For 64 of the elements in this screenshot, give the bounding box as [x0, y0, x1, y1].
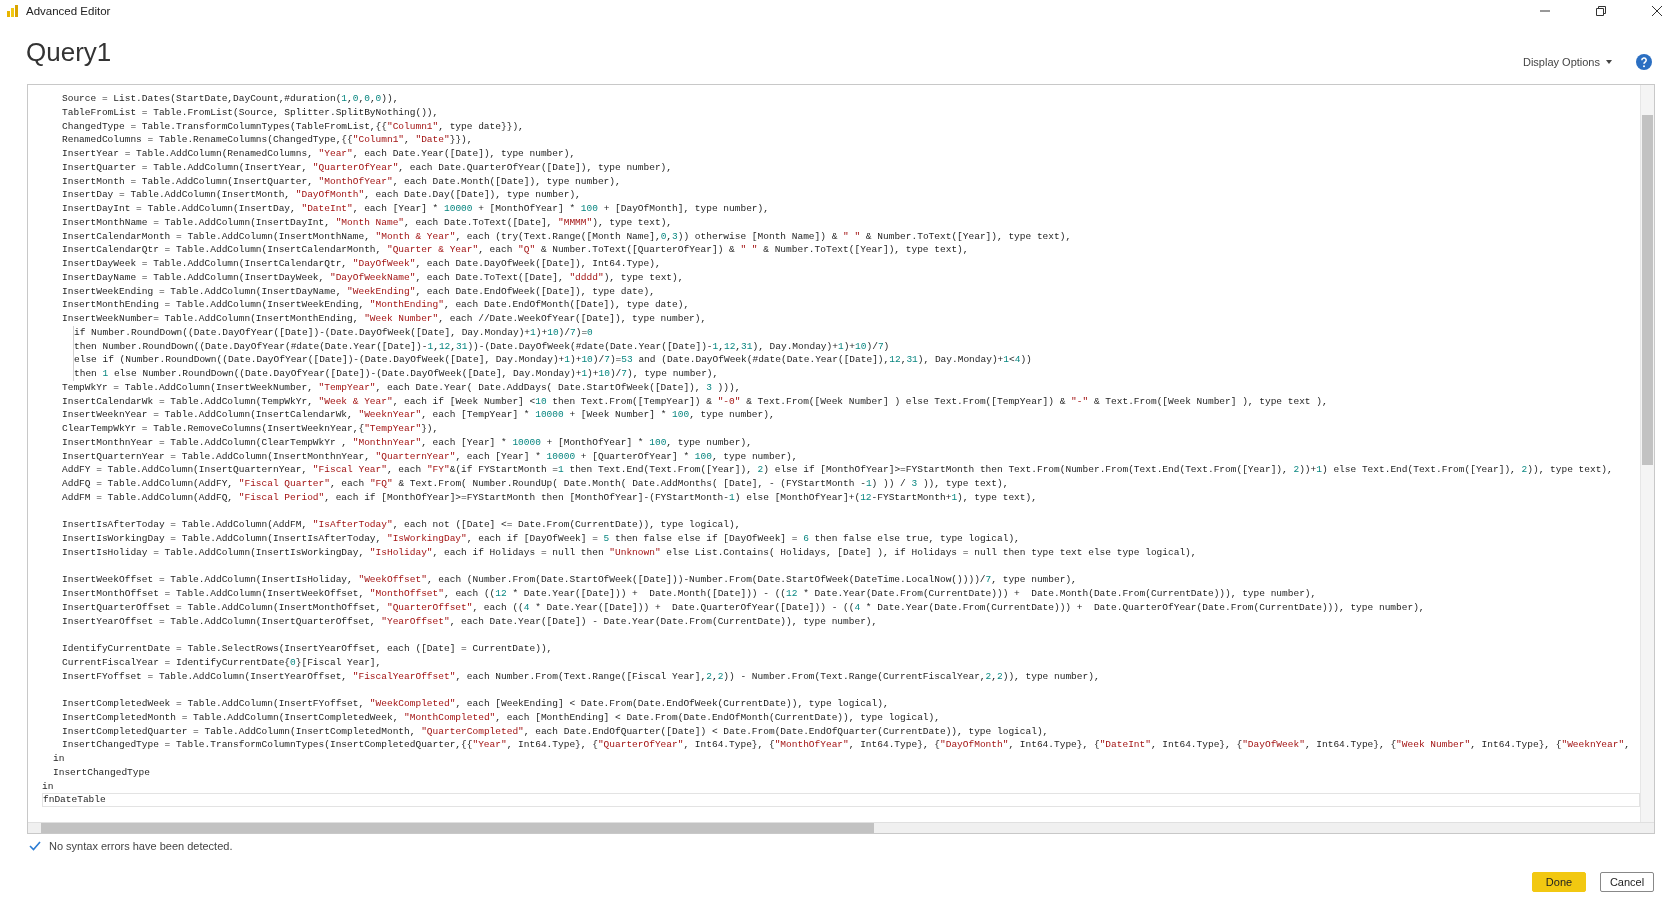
caret-icon: [1606, 60, 1612, 64]
code-line: InsertMonthnYear = Table.AddColumn(ClearTempWkYr , "MonthnYear", each [Year] * 10000 + [MonthOfYear] * 100, type number),: [62, 435, 752, 450]
vertical-scrollbar[interactable]: [1640, 85, 1654, 822]
help-icon[interactable]: [1636, 54, 1652, 70]
scrollbar-thumb[interactable]: [41, 823, 874, 833]
code-line: IdentifyCurrentDate = Table.SelectRows(InsertYearOffset, each ([Date] = CurrentDate)),: [62, 642, 553, 656]
code-line: InsertDayInt = Table.AddColumn(InsertDay, "DateInt", each [Year] * 10000 + [MonthOfYear] * 100 + [DayOfMonth], type number),: [62, 202, 769, 216]
code-line: InsertWeekEnding = Table.AddColumn(InsertDayName, "WeekEnding", each Date.EndOfWeek([Date]), type date),: [62, 284, 655, 299]
code-line: InsertYearOffset = Table.AddColumn(InsertQuarterOffset, "YearOffset", each Date.Year([Date]) - Date.Year(Date.From(CurrentDate)), type number),: [62, 614, 878, 629]
scrollbar-thumb[interactable]: [1642, 115, 1653, 465]
cancel-button[interactable]: Cancel: [1600, 872, 1654, 892]
code-line: InsertQuarter = Table.AddColumn(InsertYear, "QuarterOfYear", each Date.QuarterOfYear([Date]), type number),: [62, 160, 672, 175]
code-line: InsertChangedType: [53, 765, 150, 780]
code-line: InsertIsAfterToday = Table.AddColumn(AddFM, "IsAfterToday", each not ([Date] <= Date.From(CurrentDate)), type logical),: [62, 518, 741, 532]
code-line: Source = List.Dates(StartDate,DayCount,#duration(1,0,0,0)),: [62, 92, 399, 106]
code-line: InsertYear = Table.AddColumn(RenamedColumns, "Year", each Date.Year([Date]), type number),: [62, 147, 576, 161]
code-line: InsertMonth = Table.AddColumn(InsertQuarter, "MonthOfYear", each Date.Month([Date]), type number),: [62, 174, 621, 189]
horizontal-scrollbar[interactable]: [28, 822, 1654, 833]
done-button[interactable]: Done: [1532, 872, 1586, 892]
query-title: Query1: [26, 36, 112, 68]
code-line: InsertQuarternYear = Table.AddColumn(InsertMonthnYear, "QuarternYear", each [Year] * 10000 + [QuarterOfYear] * 100, type number),: [62, 449, 798, 464]
code-line: InsertIsHoliday = Table.AddColumn(InsertIsWorkingDay, "IsHoliday", each if Holidays = null then "Unknown" else List.Contains( Holidays, [Date] ), if Holidays = null then type text else type logical),: [62, 545, 1197, 560]
code-line: InsertChangedType = Table.TransformColumnTypes(InsertCompletedQuarter,{{"Year", Int64.Type}, {"QuarterOfYear", Int64.Type}, {"MonthOfYear", Int64.Type}, {"DayOfMonth", Int64.Type}, {"DateInt", Int64.Type}, {"DayOfWeek", Int64.Type}, {"Week Number", Int64.Type}, {"WeeknYear",: [62, 738, 1630, 752]
code-line: InsertCalendarMonth = Table.AddColumn(InsertMonthName, "Month & Year", each (try(Text.Range([Month Name],0,3)) otherwise [Month Name]) & " " & Number.ToText([Year]), type text),: [62, 229, 1072, 244]
code-line: InsertCalendarWk = Table.AddColumn(TempWkYr, "Week & Year", each if [Week Number] <10 then Text.From([TempYear]) & "-0" & Text.From([Week Number] ) else Text.From([TempYear]) & "-" & Text.From([Week Number] ), type text ),: [62, 394, 1328, 409]
status-message: No syntax errors have been detected.: [49, 840, 233, 852]
code-line: ChangedType = Table.TransformColumnTypes(TableFromList,{{"Column1", type date}}),: [62, 119, 524, 134]
code-line: AddFQ = Table.AddColumn(AddFY, "Fiscal Quarter", each "FQ" & Text.From( Number.RoundUp( Date.Month( Date.AddMonths( [Date], - (FYStartMonth -1) )) / 3 )), type text),: [62, 477, 1009, 491]
code-line: InsertMonthEnding = Table.AddColumn(InsertWeekEnding, "MonthEnding", each Date.EndOfMonth([Date]), type date),: [62, 298, 690, 312]
code-line: InsertFYoffset = Table.AddColumn(InsertYearOffset, "FiscalYearOffset", each Number.From(Text.Range([Fiscal Year],2,2)) - Number.From(Text.Range(CurrentFiscalYear,2,2)), type number),: [62, 669, 1100, 684]
code-line: InsertIsWorkingDay = Table.AddColumn(InsertIsAfterToday, "IsWorkingDay", each if [DayOfWeek] = 5 then false else if [DayOfWeek] = 6 then false else true, type logical),: [62, 532, 1020, 546]
code-line: InsertWeekNumber= Table.AddColumn(InsertMonthEnding, "Week Number", each //Date.WeekOfYear([Date]), type number),: [62, 312, 707, 326]
code-line: AddFY = Table.AddColumn(InsertQuarternYear, "Fiscal Year", each "FY"&(if FYStartMonth =1 then Text.End(Text.From([Year]), 2) else if [MonthOfYear]>=FYStartMonth then Text.From(Number.From(Text.End(Text.From([Year]), 2))+1) else Text.End(Text.From([Year]), 2)), type text),: [62, 463, 1613, 477]
code-line: else if (Number.RoundDown((Date.DayOfYear([Date])-(Date.DayOfWeek([Date], Day.Monday)+1)+10)/7)=53 and (Date.DayOfWeek(#date(Date.Year([Date]),12,31), Day.Monday)+1<4)): [73, 353, 1032, 367]
display-options-dropdown[interactable]: Display Options: [1518, 54, 1616, 70]
code-line: InsertWeekOffset = Table.AddColumn(InsertIsHoliday, "WeekOffset", each (Number.From(Date.StartOfWeek([Date]))-Number.From(Date.StartOfWeek(DateTime.LocalNow())))/7, type number),: [62, 573, 1077, 587]
code-line: InsertMonthName = Table.AddColumn(InsertDayInt, "Month Name", each Date.ToText([Date], "MMMM"), type text),: [62, 215, 673, 230]
code-line: InsertWeeknYear = Table.AddColumn(InsertCalendarWk, "WeeknYear", each [TempYear] * 10000 + [Week Number] * 100, type number),: [62, 408, 775, 422]
code-line: then 1 else Number.RoundDown((Date.DayOfYear([Date])-(Date.DayOfWeek([Date], Day.Monday)+1)+10)/7), type number),: [73, 367, 719, 381]
code-line: in: [42, 779, 54, 794]
app-logo-icon: [6, 4, 20, 18]
restore-icon[interactable]: [1596, 6, 1606, 16]
code-line: TableFromList = Table.FromList(Source, Splitter.SplitByNothing()),: [62, 105, 439, 120]
code-line: if Number.RoundDown((Date.DayOfYear([Date])-(Date.DayOfWeek([Date], Day.Monday)+1)+10)/7)=0: [73, 325, 593, 340]
code-line: InsertDayWeek = Table.AddColumn(InsertCalendarQtr, "DayOfWeek", each Date.DayOfWeek([Date]), Int64.Type),: [62, 257, 661, 271]
code-line: InsertCompletedQuarter = Table.AddColumn(InsertCompletedMonth, "QuarterCompleted", each Date.EndOfQuarter([Date]) < Date.From(Date.EndOfQuarter(CurrentDate)), type logical),: [62, 724, 1049, 739]
code-line: RenamedColumns = Table.RenameColumns(ChangedType,{{"Column1", "Date"}}),: [62, 133, 473, 147]
code-line: ClearTempWkYr = Table.RemoveColumns(InsertWeeknYear,{"TempYear"}),: [62, 422, 439, 436]
code-line: InsertMonthOffset = Table.AddColumn(InsertWeekOffset, "MonthOffset", each ((12 * Date.Year([Date])) + Date.Month([Date])) - ((12 * Date.Year(Date.From(CurrentDate))) + Date.Month(Date.From(CurrentDate))), type number),: [62, 587, 1317, 601]
window-title: Advanced Editor: [26, 5, 111, 17]
code-line: in: [53, 752, 65, 766]
code-editor[interactable]: [27, 84, 1655, 834]
code-line: CurrentFiscalYear = IdentifyCurrentDate{0}[Fiscal Year],: [62, 655, 382, 670]
code-line: InsertQuarterOffset = Table.AddColumn(InsertMonthOffset, "QuarterOffset", each ((4 * Date.Year([Date])) + Date.QuarterOfYear([Date])) - ((4 * Date.Year(Date.From(CurrentDate))) + Date.QuarterOfYear(Date.From(CurrentDate))), type number),: [62, 600, 1425, 615]
code-line: InsertCompletedWeek = Table.AddColumn(InsertFYoffset, "WeekCompleted", each [WeekEnding] < Date.From(Date.EndOfWeek(CurrentDate)), type logical),: [62, 697, 889, 711]
close-icon[interactable]: [1652, 6, 1662, 16]
code-line: InsertDay = Table.AddColumn(InsertMonth, "DayOfMonth", each Date.Day([Date]), type number),: [62, 188, 581, 202]
code-line: TempWkYr = Table.AddColumn(InsertWeekNumber, "TempYear", each Date.Year( Date.AddDays( Date.StartOfWeek([Date]), 3 ))),: [62, 380, 741, 395]
check-icon: [29, 841, 41, 851]
code-line: InsertDayName = Table.AddColumn(InsertDayWeek, "DayOfWeekName", each Date.ToText([Date], "dddd"), type text),: [62, 270, 684, 285]
code-line: then Number.RoundDown((Date.DayOfYear(#date(Date.Year([Date])-1,12,31))-(Date.DayOfWeek(#date(Date.Year([Date])-1,12,31), Day.Monday)+1)+10)/7): [73, 339, 890, 354]
code-line: InsertCompletedMonth = Table.AddColumn(InsertCompletedWeek, "MonthCompleted", each [MonthEnding] < Date.From(Date.EndOfMonth(CurrentDate)), type logical),: [62, 710, 940, 725]
code-line: AddFM = Table.AddColumn(AddFQ, "Fiscal Period", each if [MonthOfYear]>=FYStartMonth then [MonthOfYear]-(FYStartMonth-1) else [MonthOfYear]+(12-FYStartMonth+1), type text),: [62, 490, 1037, 505]
code-line: InsertCalendarQtr = Table.AddColumn(InsertCalendarMonth, "Quarter & Year", each "Q" & Number.ToText([QuarterOfYear]) & " " & Number.ToText([Year]), type text),: [62, 243, 969, 257]
